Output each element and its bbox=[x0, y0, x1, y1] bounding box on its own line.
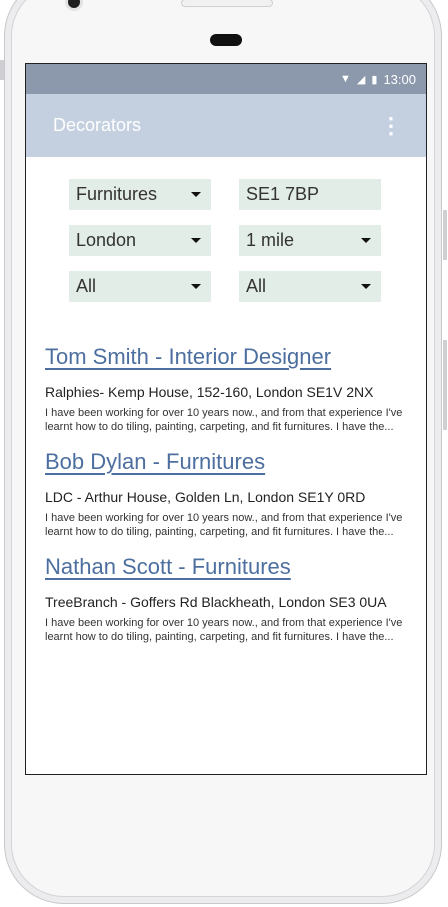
battery-icon: ▮ bbox=[371, 73, 378, 86]
app-bar: Decorators ⋮ bbox=[26, 94, 426, 157]
side-button bbox=[443, 340, 447, 430]
filter-a-dropdown[interactable]: All bbox=[69, 271, 211, 302]
radius-dropdown[interactable]: 1 mile bbox=[239, 225, 381, 256]
wifi-icon: ▼ bbox=[340, 73, 351, 85]
phone-frame: ▼ ◢ ▮ 13:00 Decorators ⋮ Furnitures SE1 … bbox=[4, 0, 442, 904]
side-button bbox=[0, 60, 4, 80]
list-item: Bob Dylan - Furnitures LDC - Arthur Hous… bbox=[45, 449, 410, 539]
chevron-down-icon bbox=[191, 238, 201, 243]
postcode-input[interactable]: SE1 7BP bbox=[239, 179, 381, 210]
screen: ▼ ◢ ▮ 13:00 Decorators ⋮ Furnitures SE1 … bbox=[25, 63, 427, 775]
city-value: London bbox=[76, 230, 137, 250]
radius-value: 1 mile bbox=[246, 230, 295, 250]
app-title: Decorators bbox=[53, 115, 142, 135]
result-description: I have been working for over 10 years no… bbox=[45, 512, 403, 538]
side-button bbox=[443, 210, 447, 260]
chevron-down-icon bbox=[361, 238, 371, 243]
filter-b-dropdown[interactable]: All bbox=[239, 271, 381, 302]
earpiece bbox=[210, 34, 242, 46]
filter-b-value: All bbox=[246, 276, 267, 296]
status-time: 13:00 bbox=[383, 71, 416, 87]
category-dropdown[interactable]: Furnitures bbox=[69, 179, 211, 210]
city-dropdown[interactable]: London bbox=[69, 225, 211, 256]
front-camera bbox=[68, 0, 80, 8]
results-list: Tom Smith - Interior Designer Ralphies- … bbox=[26, 302, 426, 644]
postcode-value: SE1 7BP bbox=[246, 184, 320, 204]
result-address: Ralphies- Kemp House, 152-160, London SE… bbox=[45, 384, 374, 400]
top-speaker bbox=[181, 0, 273, 7]
result-address: LDC - Arthur House, Golden Ln, London SE… bbox=[45, 489, 366, 505]
result-description: I have been working for over 10 years no… bbox=[45, 617, 403, 643]
status-bar: ▼ ◢ ▮ 13:00 bbox=[26, 64, 426, 94]
chevron-down-icon bbox=[361, 284, 371, 289]
result-address: TreeBranch - Goffers Rd Blackheath, Lond… bbox=[45, 594, 387, 610]
chevron-down-icon bbox=[191, 192, 201, 197]
result-title-link[interactable]: Tom Smith - Interior Designer bbox=[45, 344, 410, 370]
filters: Furnitures SE1 7BP London 1 mile All All bbox=[26, 157, 426, 302]
result-description: I have been working for over 10 years no… bbox=[45, 407, 403, 433]
result-title-link[interactable]: Nathan Scott - Furnitures bbox=[45, 554, 410, 580]
filter-a-value: All bbox=[76, 276, 97, 296]
signal-icon: ◢ bbox=[356, 73, 366, 86]
result-title-link[interactable]: Bob Dylan - Furnitures bbox=[45, 449, 410, 475]
list-item: Tom Smith - Interior Designer Ralphies- … bbox=[45, 344, 410, 434]
list-item: Nathan Scott - Furnitures TreeBranch - G… bbox=[45, 554, 410, 644]
chevron-down-icon bbox=[191, 284, 201, 289]
category-value: Furnitures bbox=[76, 184, 158, 204]
overflow-menu-icon[interactable]: ⋮ bbox=[380, 114, 402, 137]
